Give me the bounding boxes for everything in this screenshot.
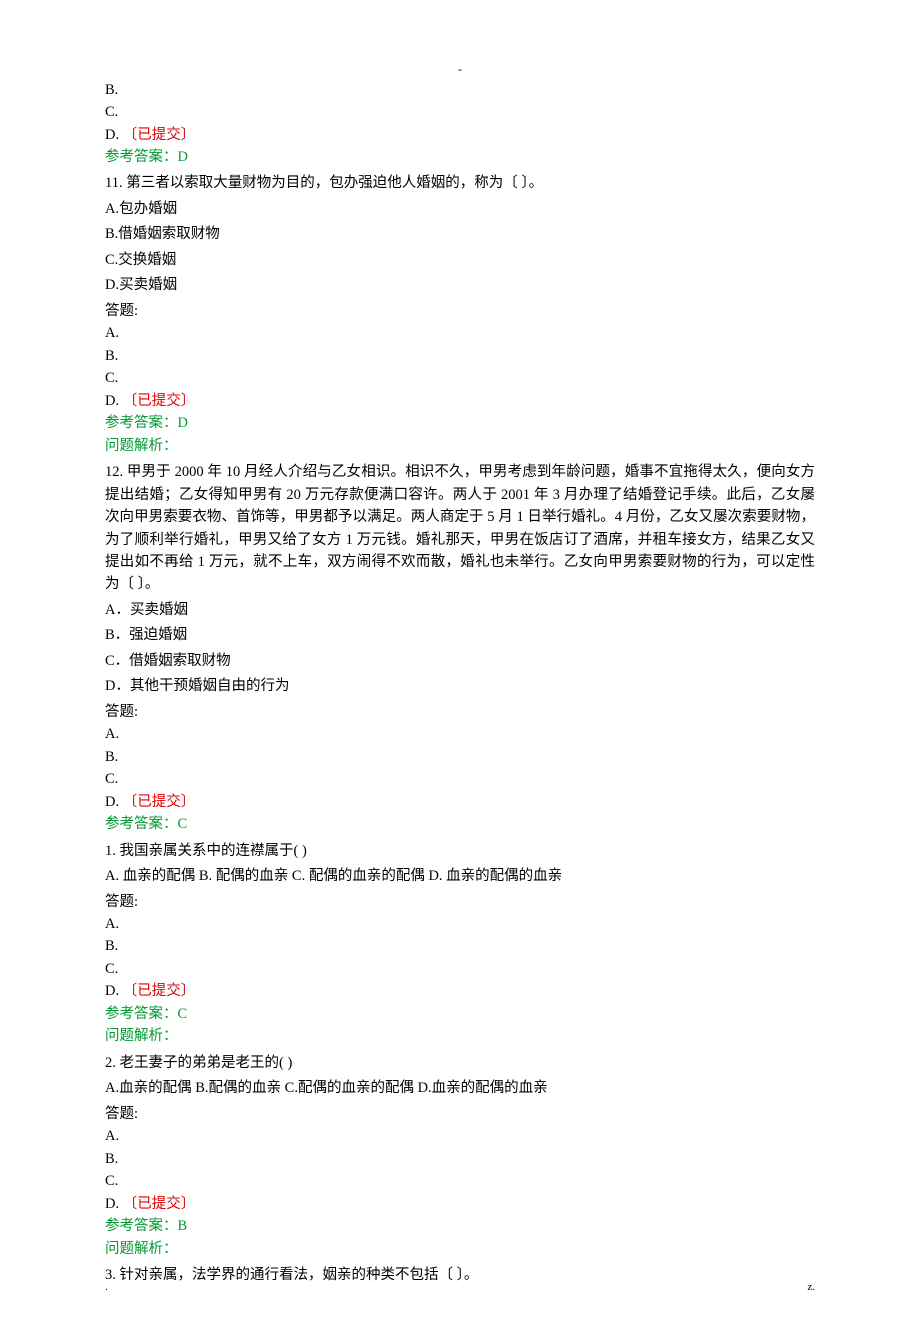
prev-opt-b: B.: [105, 79, 815, 101]
q1-opt-b: B.: [105, 935, 815, 957]
q2-analysis: 问题解析：: [105, 1238, 815, 1260]
prev-opt-d: D. 〔已提交〕: [105, 124, 815, 146]
q2-opt-c: C.: [105, 1170, 815, 1192]
q12-choice-d: D．其他干预婚姻自由的行为: [105, 675, 815, 697]
q11-choice-c: C.交换婚姻: [105, 249, 815, 271]
q12-d-prefix: D.: [105, 794, 123, 810]
document-page: - B. C. D. 〔已提交〕 参考答案：D 11. 第三者以索取大量财物为目…: [0, 0, 920, 1327]
q2-choices: A.血亲的配偶 B.配偶的血亲 C.配偶的血亲的配偶 D.血亲的配偶的血亲: [105, 1077, 815, 1099]
q12-opt-b: B.: [105, 746, 815, 768]
q12-opt-c: C.: [105, 768, 815, 790]
q2-text: 2. 老王妻子的弟弟是老王的( ): [105, 1052, 815, 1074]
q2-ref-answer: 参考答案：B: [105, 1215, 815, 1237]
prev-d-submitted: 〔已提交〕: [123, 127, 196, 143]
q11-opt-c: C.: [105, 367, 815, 389]
q2-opt-a: A.: [105, 1125, 815, 1147]
q1-d-submitted: 〔已提交〕: [123, 983, 196, 999]
q11-text: 11. 第三者以索取大量财物为目的，包办强迫他人婚姻的，称为〔 〕。: [105, 172, 815, 194]
q1-text: 1. 我国亲属关系中的连襟属于( ): [105, 840, 815, 862]
q2-opt-b: B.: [105, 1148, 815, 1170]
q1-opt-d: D. 〔已提交〕: [105, 980, 815, 1002]
q1-d-prefix: D.: [105, 983, 123, 999]
q11-opt-d: D. 〔已提交〕: [105, 390, 815, 412]
q1-opt-a: A.: [105, 913, 815, 935]
q1-answer-label: 答题:: [105, 891, 815, 913]
q11-d-prefix: D.: [105, 393, 123, 409]
prev-opt-c: C.: [105, 101, 815, 123]
q11-opt-a: A.: [105, 322, 815, 344]
q11-ref-answer: 参考答案：D: [105, 412, 815, 434]
q11-opt-b: B.: [105, 345, 815, 367]
footer-right: z.: [807, 1279, 815, 1296]
q2-opt-d: D. 〔已提交〕: [105, 1193, 815, 1215]
q11-d-submitted: 〔已提交〕: [123, 393, 196, 409]
q12-opt-d: D. 〔已提交〕: [105, 791, 815, 813]
q12-text: 12. 甲男于 2000 年 10 月经人介绍与乙女相识。相识不久，甲男考虑到年…: [105, 461, 815, 596]
q1-opt-c: C.: [105, 958, 815, 980]
q12-choice-c: C．借婚姻索取财物: [105, 650, 815, 672]
q2-d-submitted: 〔已提交〕: [123, 1196, 196, 1212]
q1-ref-answer: 参考答案：C: [105, 1003, 815, 1025]
prev-d-prefix: D.: [105, 127, 123, 143]
q1-choices: A. 血亲的配偶 B. 配偶的血亲 C. 配偶的血亲的配偶 D. 血亲的配偶的血…: [105, 865, 815, 887]
q12-d-submitted: 〔已提交〕: [123, 794, 196, 810]
q1-analysis: 问题解析：: [105, 1025, 815, 1047]
q12-opt-a: A.: [105, 723, 815, 745]
q12-answer-label: 答题:: [105, 701, 815, 723]
page-top-marker: -: [105, 60, 815, 79]
page-footer: . z.: [105, 1279, 815, 1296]
prev-ref-answer: 参考答案：D: [105, 146, 815, 168]
q2-answer-label: 答题:: [105, 1103, 815, 1125]
q11-choice-d: D.买卖婚姻: [105, 274, 815, 296]
q2-d-prefix: D.: [105, 1196, 123, 1212]
footer-left: .: [105, 1279, 108, 1296]
q12-choice-a: A．买卖婚姻: [105, 599, 815, 621]
q11-choice-a: A.包办婚姻: [105, 198, 815, 220]
q11-analysis: 问题解析：: [105, 435, 815, 457]
q11-choice-b: B.借婚姻索取财物: [105, 223, 815, 245]
q11-answer-label: 答题:: [105, 300, 815, 322]
q12-ref-answer: 参考答案：C: [105, 813, 815, 835]
q12-choice-b: B．强迫婚姻: [105, 624, 815, 646]
